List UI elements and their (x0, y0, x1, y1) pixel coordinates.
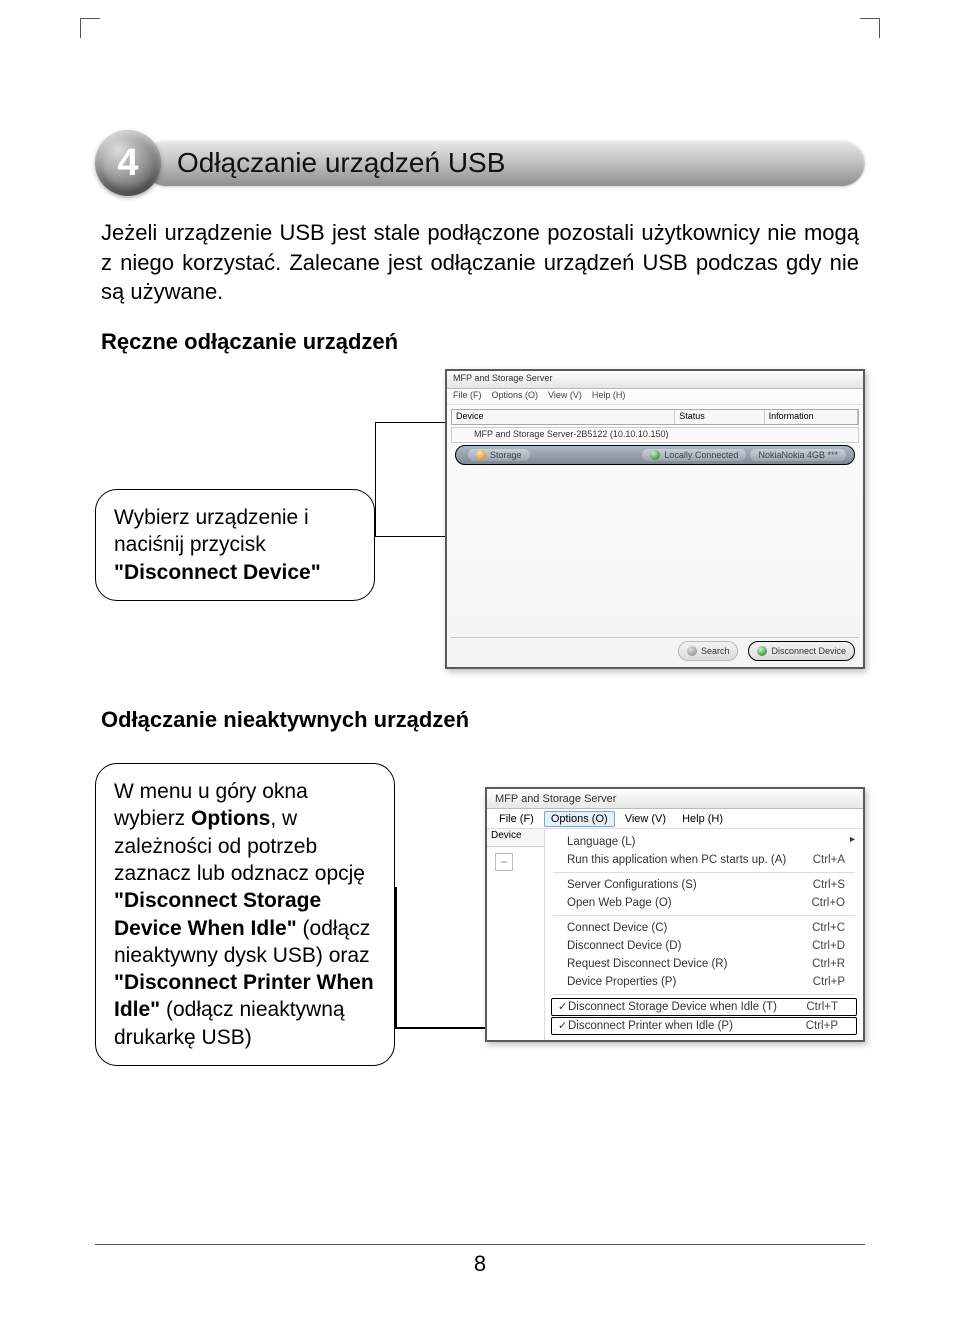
menu-options[interactable]: Options (O) (492, 390, 539, 403)
storage-icon (476, 450, 486, 460)
menu-item-shortcut: Ctrl+P (806, 1020, 848, 1032)
subheading-manual: Ręczne odłączanie urządzeń (101, 329, 865, 355)
disconnect-label: Disconnect Device (771, 646, 846, 656)
menu-separator (553, 915, 855, 916)
menu-item-label: Connect Device (C) (567, 922, 667, 934)
window2-left-pane: Device − (487, 829, 545, 1040)
menu-item-label: Request Disconnect Device (R) (567, 958, 727, 970)
server-row[interactable]: MFP and Storage Server-2B5122 (10.10.10.… (451, 427, 859, 443)
window-bottom-toolbar: Search Disconnect Device (451, 637, 859, 663)
menu2-view[interactable]: View (V) (619, 812, 672, 826)
screenshot-app-window-2: MFP and Storage Server File (F) Options … (485, 787, 865, 1042)
collapse-icon[interactable]: − (495, 853, 513, 871)
c2-b2: "Disconnect Storage Device When Idle" (114, 889, 321, 939)
status-icon (650, 450, 660, 460)
device-status: Locally Connected (664, 450, 738, 460)
options-menu-item[interactable]: Request Disconnect Device (R) Ctrl+R (545, 955, 863, 973)
section-heading: 4 Odłączanie urządzeń USB (95, 130, 865, 196)
menu-item-shortcut: Ctrl+T (806, 1001, 848, 1013)
screenshot-app-window-1: MFP and Storage Server File (F) Options … (445, 369, 865, 669)
menu-item-shortcut: Ctrl+D (812, 940, 855, 952)
crop-mark-tl (80, 18, 100, 38)
section-number-badge: 4 (95, 130, 161, 196)
menu-view[interactable]: View (V) (548, 390, 582, 403)
options-menu-item[interactable]: Disconnect Printer when Idle (P) Ctrl+P (551, 1017, 857, 1035)
menu2-help[interactable]: Help (H) (676, 812, 729, 826)
callout-disconnect-device: Wybierz urządzenie i naciśnij przycisk "… (95, 489, 375, 601)
menu-file[interactable]: File (F) (453, 390, 482, 403)
options-menu-item[interactable]: Server Configurations (S) Ctrl+S (545, 876, 863, 894)
window-menubar[interactable]: File (F) Options (O) View (V) Help (H) (447, 389, 863, 405)
window2-title: MFP and Storage Server (495, 793, 616, 805)
menu-help[interactable]: Help (H) (592, 390, 626, 403)
col-device: Device (452, 410, 675, 424)
window-title: MFP and Storage Server (453, 373, 552, 383)
menu-item-shortcut: Ctrl+P (813, 976, 855, 988)
callout-options-menu: W menu u góry okna wybierz Options, w za… (95, 763, 395, 1066)
disconnect-device-button[interactable]: Disconnect Device (748, 641, 855, 661)
c2-b1: Options (191, 807, 270, 830)
callout1-text: Wybierz urządzenie i naciśnij przycisk (114, 506, 309, 556)
window-titlebar: MFP and Storage Server (447, 371, 863, 389)
window2-menubar[interactable]: File (F) Options (O) View (V) Help (H) (487, 809, 863, 829)
options-menu-item[interactable]: Run this application when PC starts up. … (545, 851, 863, 869)
options-menu-item[interactable]: Language (L) (545, 833, 863, 851)
menu-separator (553, 872, 855, 873)
options-menu-item[interactable]: Disconnect Storage Device when Idle (T) C… (551, 998, 857, 1016)
menu-item-label: Run this application when PC starts up. … (567, 854, 786, 866)
callout1-bold: "Disconnect Device" (114, 561, 321, 584)
menu-item-shortcut: Ctrl+A (813, 854, 855, 866)
col-info: Information (765, 410, 858, 424)
menu-item-label: Disconnect Storage Device when Idle (T) (568, 1001, 777, 1013)
connector-line-2 (395, 1027, 485, 1029)
window2-titlebar: MFP and Storage Server (487, 789, 863, 809)
device-table-header: Device Status Information (451, 409, 859, 425)
search-button[interactable]: Search (678, 641, 739, 661)
menu-item-label: Server Configurations (S) (567, 879, 697, 891)
menu-item-label: Disconnect Device (D) (567, 940, 681, 952)
options-menu-item[interactable]: Disconnect Device (D) Ctrl+D (545, 937, 863, 955)
page-number: 8 (0, 1251, 960, 1277)
check-icon (757, 646, 767, 656)
search-label: Search (701, 646, 730, 656)
menu-item-label: Device Properties (P) (567, 976, 676, 988)
device-info: NokiaNokia 4GB *** (750, 449, 846, 461)
options-menu-item[interactable]: Device Properties (P) Ctrl+P (545, 973, 863, 991)
left-header: Device (487, 829, 544, 847)
device-name: Storage (490, 450, 522, 460)
section-title: Odłączanie urządzeń USB (143, 140, 865, 186)
menu-item-shortcut: Ctrl+O (811, 897, 855, 909)
figure-1: Wybierz urządzenie i naciśnij przycisk "… (95, 369, 865, 689)
options-menu-item[interactable]: Open Web Page (O) Ctrl+O (545, 894, 863, 912)
options-dropdown-menu: Language (L) Run this application when PC… (545, 829, 863, 1040)
figure-2: W menu u góry okna wybierz Options, w za… (95, 747, 865, 1107)
menu-separator (553, 994, 855, 995)
menu2-file[interactable]: File (F) (493, 812, 540, 826)
col-status: Status (675, 410, 764, 424)
footer-rule (95, 1244, 865, 1245)
device-row-highlighted[interactable]: Storage Locally Connected NokiaNokia 4GB… (455, 445, 855, 465)
menu-item-shortcut: Ctrl+C (812, 922, 855, 934)
menu-item-shortcut: Ctrl+R (812, 958, 855, 970)
menu-item-label: Open Web Page (O) (567, 897, 672, 909)
crop-mark-tr (860, 18, 880, 38)
connector-line (375, 422, 445, 537)
page-content: 4 Odłączanie urządzeń USB Jeżeli urządze… (95, 130, 865, 1235)
menu-item-shortcut: Ctrl+S (813, 879, 855, 891)
intro-paragraph: Jeżeli urządzenie USB jest stale podłącz… (101, 218, 859, 307)
options-menu-item[interactable]: Connect Device (C) Ctrl+C (545, 919, 863, 937)
menu-item-label: Disconnect Printer when Idle (P) (568, 1020, 733, 1032)
menu-item-label: Language (L) (567, 836, 635, 848)
search-icon (687, 646, 697, 656)
subheading-idle: Odłączanie nieaktywnych urządzeń (101, 707, 865, 733)
menu2-options[interactable]: Options (O) (544, 811, 615, 827)
